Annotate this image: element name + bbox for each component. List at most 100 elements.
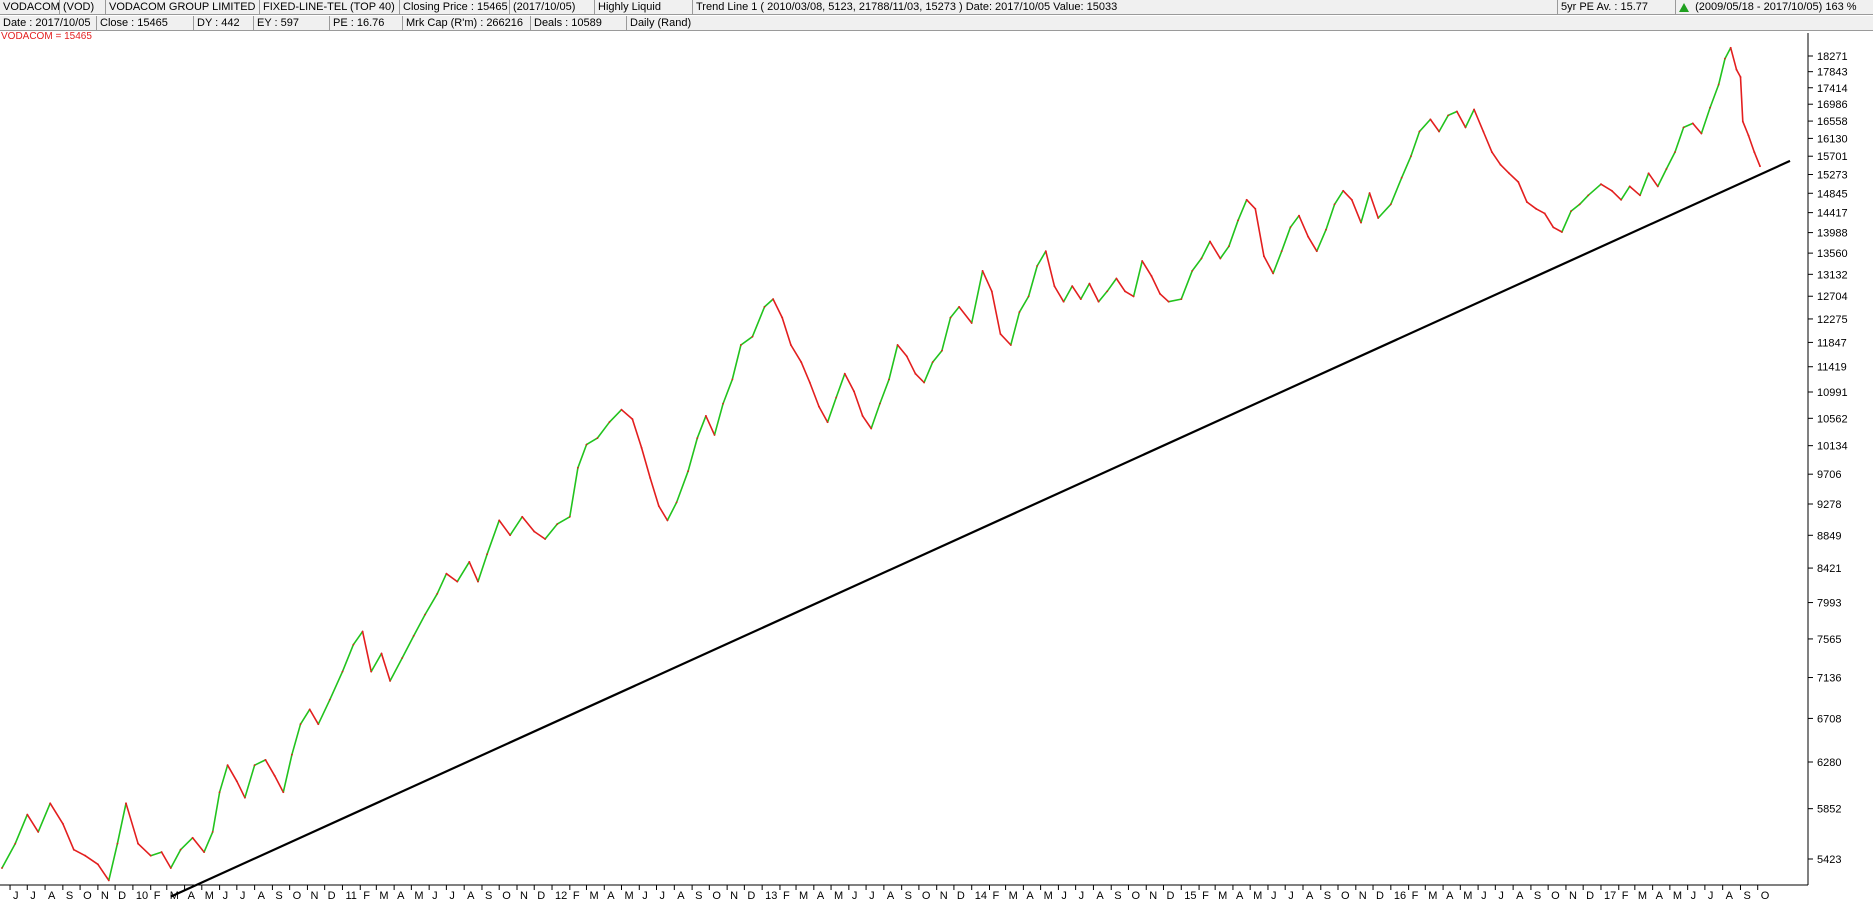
price-point: [731, 378, 734, 381]
price-point: [879, 402, 881, 405]
price-segment: [389, 657, 404, 682]
x-tick-label: S: [905, 890, 912, 902]
x-tick-label: J: [432, 890, 438, 902]
price-segment: [1115, 277, 1126, 293]
price-point: [687, 470, 689, 473]
price-segment: [1159, 292, 1170, 303]
x-tick-label: D: [1376, 890, 1384, 902]
price-point: [244, 796, 246, 799]
price-point: [905, 355, 908, 358]
price-point: [1656, 185, 1659, 188]
price-point: [990, 290, 993, 293]
price-segment: [941, 316, 952, 352]
x-tick-label: A: [1656, 890, 1664, 902]
x-tick-label: M: [834, 890, 843, 902]
price-point: [999, 333, 1002, 335]
price-point: [1219, 257, 1222, 260]
price-segment: [879, 378, 890, 405]
price-segment: [1570, 203, 1581, 212]
x-tick-label: N: [1569, 890, 1577, 902]
price-segment: [800, 361, 811, 384]
price-point: [226, 764, 229, 767]
trend-line[interactable]: [170, 159, 1791, 898]
price-segment: [577, 443, 588, 469]
price-segment: [1543, 212, 1555, 229]
price-point: [1418, 130, 1421, 133]
x-tick-label: A: [1096, 890, 1104, 902]
x-tick-label: F: [1622, 890, 1629, 902]
price-point: [1027, 295, 1030, 298]
price-segment: [990, 290, 1002, 335]
x-tick-label: D: [747, 890, 755, 902]
x-tick-label: A: [188, 890, 196, 902]
price-segment: [675, 470, 689, 504]
price-point: [509, 534, 511, 537]
x-tick-label: F: [783, 890, 790, 902]
price-segment: [1298, 214, 1309, 238]
x-tick-label: S: [485, 890, 492, 902]
price-segment: [352, 630, 364, 646]
x-tick-label: J: [1708, 890, 1714, 902]
price-segment: [1018, 295, 1030, 314]
price-point: [772, 298, 774, 300]
price-segment: [498, 519, 511, 537]
price-point: [445, 572, 448, 575]
price-point: [1342, 189, 1345, 192]
price-point: [107, 879, 110, 882]
price-point: [72, 848, 75, 851]
price-point: [1360, 221, 1362, 224]
x-tick-label: S: [1114, 890, 1121, 902]
price-segment: [731, 344, 742, 381]
price-point: [1700, 132, 1703, 135]
x-tick-label: F: [993, 890, 1000, 902]
price-segment: [1700, 106, 1711, 135]
price-segment: [149, 851, 163, 857]
x-tick-label: S: [1534, 890, 1541, 902]
y-tick-label: 16130: [1817, 133, 1848, 145]
price-point: [722, 402, 724, 405]
price-point: [84, 854, 87, 857]
price-segment: [1447, 110, 1458, 117]
x-tick-label: O: [1761, 890, 1770, 902]
price-segment: [687, 437, 699, 473]
price-point: [596, 437, 599, 439]
price-point: [713, 434, 716, 436]
price-point: [1526, 201, 1528, 203]
price-point: [631, 418, 634, 420]
price-point: [1587, 194, 1590, 197]
price-point: [1578, 203, 1581, 206]
y-tick-label: 10562: [1817, 413, 1848, 425]
price-segment: [264, 759, 276, 777]
x-tick-label: F: [363, 890, 370, 902]
price-segment: [1739, 76, 1744, 123]
price-point: [556, 523, 559, 525]
price-segment: [888, 344, 899, 381]
price-point: [341, 670, 344, 673]
price-segment: [1647, 172, 1659, 188]
x-tick-label: M: [1218, 890, 1227, 902]
x-tick-label: F: [573, 890, 580, 902]
price-segment: [740, 335, 754, 346]
price-segment: [596, 421, 611, 439]
price-point: [352, 643, 355, 646]
price-point: [1245, 198, 1248, 201]
price-point: [1759, 165, 1761, 168]
x-tick-label: O: [922, 890, 931, 902]
price-segment: [1071, 285, 1082, 300]
price-segment: [341, 643, 355, 673]
price-segment: [905, 355, 917, 375]
price-segment: [468, 561, 479, 583]
price-segment: [436, 572, 448, 595]
price-segment: [1709, 83, 1720, 109]
price-point: [1254, 207, 1257, 210]
y-tick-label: 8849: [1817, 530, 1841, 542]
price-segment: [226, 764, 238, 783]
price-segment: [1, 842, 16, 869]
x-tick-label: 17: [1604, 890, 1616, 902]
price-chart[interactable]: 5423 5852 6280 6708 7136 7565 7993 8421 8849 9278…: [0, 0, 1873, 905]
price-segment: [1578, 194, 1590, 206]
price-segment: [1753, 151, 1761, 167]
price-point: [1739, 76, 1742, 78]
price-segment: [949, 306, 960, 319]
y-tick-label: 10991: [1817, 387, 1848, 399]
